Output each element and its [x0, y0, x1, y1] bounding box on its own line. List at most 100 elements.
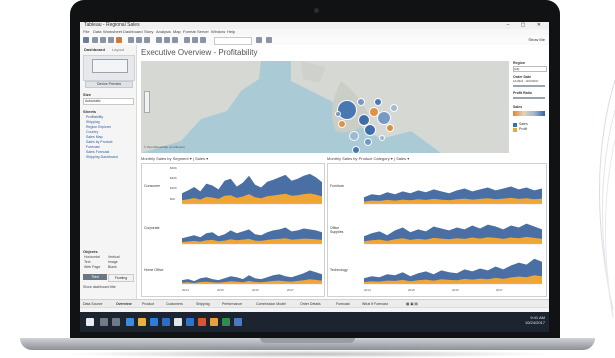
map-attribution: © OpenStreetMap contributors [144, 145, 185, 149]
map-bubble[interactable] [379, 135, 385, 141]
search-icon[interactable] [100, 318, 108, 326]
map-bubble[interactable] [349, 131, 359, 141]
sheet-item[interactable]: Shipping Dashboard [86, 155, 118, 159]
tab-layout[interactable]: Layout [112, 47, 124, 53]
task-view-icon[interactable] [112, 318, 120, 326]
profit-ratio-slider[interactable] [513, 97, 545, 99]
windows-taskbar: 9:41 AM 10/24/2017 [80, 312, 549, 332]
laptop-shadow [60, 350, 555, 358]
floating-button[interactable]: Floating [108, 274, 134, 282]
sales-map[interactable]: © OpenStreetMap contributors [141, 61, 509, 153]
group-icon[interactable] [192, 37, 198, 43]
file-explorer-icon[interactable] [138, 318, 146, 326]
tiled-button[interactable]: Tiled [83, 274, 107, 280]
laptop-screen: Tableau - Regional Sales – ▢ ✕ File Data… [80, 22, 549, 332]
powerpoint-icon[interactable] [198, 318, 206, 326]
object-text[interactable]: Text [84, 260, 90, 264]
x-tick: 2017 [287, 288, 294, 292]
tableau-taskbar-icon[interactable] [174, 318, 182, 326]
sort-asc-icon[interactable] [164, 37, 170, 43]
word-icon[interactable] [186, 318, 194, 326]
swap-icon[interactable] [156, 37, 162, 43]
fit-dropdown[interactable] [214, 37, 252, 45]
map-bubble[interactable] [364, 124, 376, 136]
redo-icon[interactable] [100, 37, 106, 43]
sheet-item[interactable]: Region Explorer [86, 125, 111, 129]
store-icon[interactable] [150, 318, 158, 326]
sheet-item[interactable]: Sales Forecast [86, 150, 109, 154]
edge-icon[interactable] [126, 318, 134, 326]
legend-swatch-sales [513, 123, 517, 127]
object-vertical[interactable]: Vertical [108, 255, 119, 259]
map-bubble[interactable] [338, 120, 346, 128]
sheet-item[interactable]: Sales Map [86, 135, 103, 139]
date-slider[interactable] [513, 85, 545, 87]
object-web-page[interactable]: Web Page [84, 265, 100, 269]
sheets-heading: Sheets [83, 109, 97, 114]
sheet-item[interactable]: Shipping [86, 120, 100, 124]
undo-icon[interactable] [92, 37, 98, 43]
legend-label-sales: Sales [519, 122, 528, 126]
save-icon[interactable] [108, 37, 114, 43]
map-zoom-controls[interactable] [144, 91, 150, 113]
sort-desc-icon[interactable] [172, 37, 178, 43]
sheet-item[interactable]: Country [86, 130, 98, 134]
profit-ratio-label: Profit Ratio [513, 91, 532, 95]
object-image[interactable]: Image [108, 260, 118, 264]
object-horizontal[interactable]: Horizontal [84, 255, 100, 259]
map-bubble[interactable] [337, 100, 357, 120]
x-tick: 2017 [496, 288, 503, 292]
start-icon[interactable] [86, 318, 94, 326]
x-tick: 2015 [408, 288, 415, 292]
y-tick: $40K [170, 176, 178, 180]
map-bubble[interactable] [386, 124, 394, 132]
map-bubble[interactable] [377, 111, 391, 125]
clear-icon[interactable] [144, 37, 150, 43]
label-icon[interactable] [200, 37, 206, 43]
device-thumbnail [92, 59, 128, 73]
sheet-item[interactable]: Forecast [86, 145, 100, 149]
size-dropdown[interactable]: Automatic [83, 98, 134, 105]
mail-icon[interactable] [162, 318, 170, 326]
pane-tabs: Dashboard Layout [82, 47, 134, 53]
object-blank[interactable]: Blank [108, 265, 117, 269]
order-date-label: Order Date [513, 75, 532, 79]
show-title-checkbox[interactable]: Show dashboard title [83, 285, 116, 289]
device-preview-button[interactable]: Device Preview [85, 81, 133, 88]
share-icon[interactable] [266, 37, 272, 43]
map-bubble[interactable] [352, 146, 360, 154]
row-label: Office Supplies [330, 226, 344, 234]
legend-swatch-profit [513, 128, 517, 132]
size-heading: Size [83, 92, 92, 97]
new-datasource-icon[interactable] [116, 37, 122, 43]
show-me-button[interactable]: Show Me [528, 37, 545, 42]
x-tick: 2016 [252, 288, 259, 292]
system-clock[interactable]: 9:41 AM 10/24/2017 [525, 315, 545, 325]
decorative-lines [599, 79, 615, 319]
window-controls[interactable]: – ▢ ✕ [507, 22, 546, 29]
map-graphic [141, 61, 509, 153]
map-bubble[interactable] [335, 111, 341, 117]
chrome-icon[interactable] [210, 318, 218, 326]
map-bubble[interactable] [374, 98, 382, 106]
presentation-icon[interactable] [256, 37, 262, 43]
dashboard-side-pane: Dashboard Layout Device Preview Size Aut… [80, 45, 137, 299]
onenote-icon[interactable] [234, 318, 242, 326]
map-bubble[interactable] [357, 98, 365, 106]
excel-icon[interactable] [222, 318, 230, 326]
row-label: Consumer [144, 184, 161, 188]
tab-dashboard[interactable]: Dashboard [84, 47, 105, 53]
map-bubble[interactable] [390, 104, 398, 112]
segment-chart[interactable]: Consumer Corporate Home Office $60K $40K… [141, 163, 325, 297]
category-chart[interactable]: Furniture Office Supplies Technology 201… [327, 163, 547, 297]
map-bubble[interactable] [364, 138, 372, 146]
sheet-item[interactable]: Sales by Product [86, 140, 112, 144]
new-sheet-icon[interactable] [128, 37, 134, 43]
highlight-icon[interactable] [184, 37, 190, 43]
sheet-item[interactable]: Profitability [86, 115, 103, 119]
legend-label-profit: Profit [519, 127, 528, 131]
row-label: Home Office [144, 268, 164, 272]
tableau-logo-icon[interactable] [83, 37, 89, 43]
duplicate-icon[interactable] [136, 37, 142, 43]
region-filter-dropdown[interactable]: (All) [513, 66, 547, 72]
